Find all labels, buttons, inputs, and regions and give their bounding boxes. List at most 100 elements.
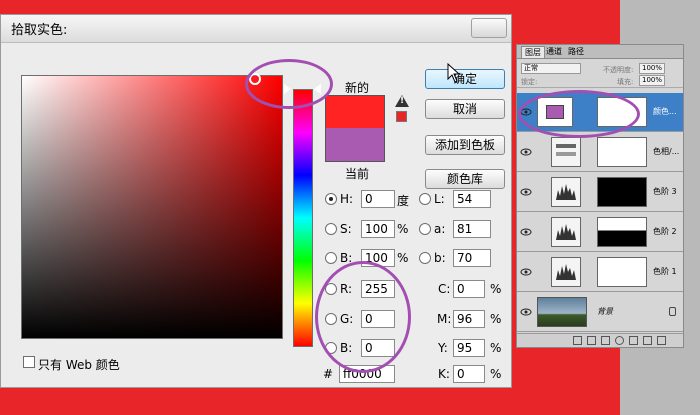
k-label: K: — [438, 367, 450, 381]
close-button[interactable] — [471, 18, 507, 38]
eye-icon[interactable] — [520, 226, 532, 236]
opacity-input[interactable]: 100% — [639, 63, 665, 74]
layer-mask-thumbnail — [597, 217, 647, 247]
fill-label: 填充: — [617, 78, 634, 86]
m-unit: % — [490, 312, 502, 326]
levels-adjustment-icon — [551, 177, 581, 207]
layer-mask-thumbnail — [597, 137, 647, 167]
panel-bottom-bar — [517, 333, 683, 347]
layer-name: 颜色... — [653, 107, 677, 116]
mask-icon[interactable] — [601, 336, 610, 345]
blend-mode-select[interactable]: 正常 — [521, 63, 581, 74]
levels-adjustment-icon — [551, 257, 581, 287]
k-input[interactable]: 0 — [453, 365, 485, 383]
fill-input[interactable]: 100% — [639, 75, 665, 86]
tab-layers[interactable]: 图层 — [521, 46, 545, 58]
s-input[interactable]: 100 — [361, 220, 395, 238]
tab-paths[interactable]: 路径 — [565, 46, 587, 58]
layer-mask-thumbnail — [597, 257, 647, 287]
folder-icon[interactable] — [629, 336, 638, 345]
layer-name: 色相/... — [653, 147, 680, 156]
layer-name: 背景 — [597, 307, 613, 316]
dialog-titlebar[interactable]: 拾取实色: — [1, 15, 511, 43]
current-color-swatch[interactable] — [325, 128, 385, 162]
gamut-warning-icon[interactable] — [395, 95, 409, 107]
opacity-label: 不透明度: — [603, 66, 634, 74]
l-radio[interactable] — [419, 193, 431, 205]
m-label: M: — [437, 312, 452, 326]
mouse-cursor-icon — [447, 62, 461, 83]
b-radio[interactable] — [325, 252, 337, 264]
layer-name: 色阶 1 — [653, 267, 677, 276]
highlight-ring-rgb — [315, 261, 411, 373]
trash-icon[interactable] — [657, 336, 666, 345]
highlight-ring-layer — [518, 90, 640, 138]
levels-adjustment-icon — [551, 217, 581, 247]
gamut-color-swatch[interactable] — [396, 111, 407, 122]
s-radio[interactable] — [325, 223, 337, 235]
c-label: C: — [438, 282, 451, 296]
new-color-label: 新的 — [345, 81, 370, 95]
h-radio[interactable] — [325, 193, 337, 205]
eye-icon[interactable] — [520, 146, 532, 156]
h-input[interactable]: 0 — [361, 190, 395, 208]
color-library-button[interactable]: 颜色库 — [425, 169, 505, 189]
lab-b-label: b: — [434, 251, 446, 265]
hue-slider[interactable] — [293, 89, 313, 347]
c-unit: % — [490, 282, 502, 296]
panel-tabs: 图层 通道 路径 — [517, 45, 683, 59]
y-input[interactable]: 95 — [453, 339, 485, 357]
a-label: a: — [434, 222, 446, 236]
eye-icon[interactable] — [520, 306, 532, 316]
a-input[interactable]: 81 — [453, 220, 491, 238]
k-unit: % — [490, 367, 502, 381]
color-field[interactable] — [21, 75, 283, 339]
lock-icon — [669, 307, 676, 316]
fx-icon[interactable] — [587, 336, 596, 345]
c-input[interactable]: 0 — [453, 280, 485, 298]
layer-name: 色阶 2 — [653, 227, 677, 236]
new-layer-icon[interactable] — [643, 336, 652, 345]
l-input[interactable]: 54 — [453, 190, 491, 208]
hue-saturation-adjustment-icon — [551, 137, 581, 167]
tab-channels[interactable]: 通道 — [543, 46, 565, 58]
y-label: Y: — [438, 341, 448, 355]
new-color-swatch — [325, 95, 385, 128]
layers-panel: 图层 通道 路径 正常 不透明度: 100% 锁定: 填充: 100% 颜色..… — [516, 44, 684, 348]
highlight-ring-hue-slider — [245, 59, 333, 109]
layer-row[interactable]: 色相/... — [517, 133, 683, 172]
layer-row[interactable]: 色阶 3 — [517, 173, 683, 212]
ok-button[interactable]: 确定 — [425, 69, 505, 89]
h-unit: 度 — [397, 194, 410, 208]
layer-mask-thumbnail — [597, 177, 647, 207]
hex-label: # — [323, 367, 334, 381]
a-radio[interactable] — [419, 223, 431, 235]
m-input[interactable]: 96 — [453, 310, 485, 328]
b-unit: % — [397, 251, 409, 265]
layer-options-bar: 正常 不透明度: 100% 锁定: 填充: 100% — [517, 60, 683, 88]
s-unit: % — [397, 222, 409, 236]
add-to-swatches-button[interactable]: 添加到色板 — [425, 135, 505, 155]
layer-row[interactable]: 色阶 1 — [517, 253, 683, 292]
lock-label: 锁定: — [521, 78, 538, 86]
cancel-button[interactable]: 取消 — [425, 99, 505, 119]
layer-row[interactable]: 色阶 2 — [517, 213, 683, 252]
adjustment-icon[interactable] — [615, 336, 624, 345]
l-label: L: — [434, 192, 445, 206]
color-picker-dialog: 拾取实色: 新的 当前 确定 取消 添加到色板 颜色库 H: 0 度 S: 10… — [0, 14, 512, 388]
lab-b-input[interactable]: 70 — [453, 249, 491, 267]
lab-b-radio[interactable] — [419, 252, 431, 264]
eye-icon[interactable] — [520, 186, 532, 196]
dialog-title: 拾取实色: — [11, 23, 68, 38]
h-label: H: — [340, 192, 354, 206]
y-unit: % — [490, 341, 502, 355]
web-colors-label: 只有 Web 颜色 — [38, 358, 120, 372]
layer-row[interactable]: 背景 — [517, 293, 683, 332]
current-color-label: 当前 — [345, 167, 370, 181]
layer-name: 色阶 3 — [653, 187, 677, 196]
s-label: S: — [340, 222, 352, 236]
link-icon[interactable] — [573, 336, 582, 345]
background-image-thumbnail — [537, 297, 587, 327]
web-colors-checkbox[interactable] — [23, 356, 35, 368]
eye-icon[interactable] — [520, 266, 532, 276]
